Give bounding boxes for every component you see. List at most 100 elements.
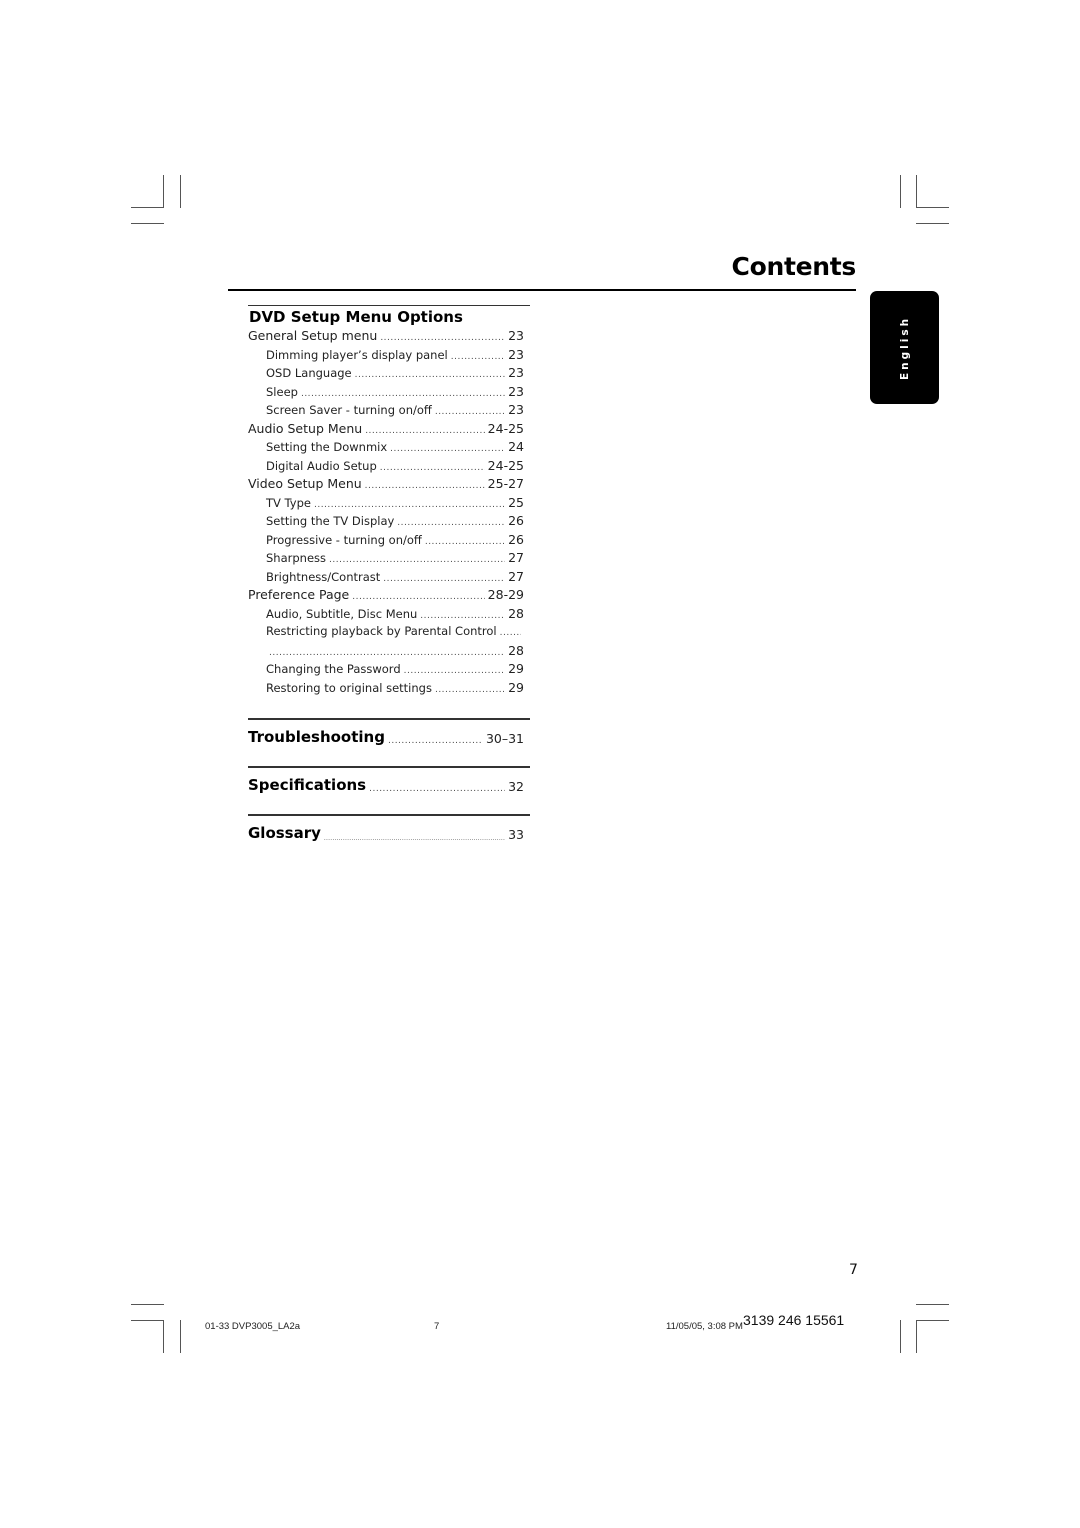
toc-entry[interactable]: Changing the Password 29 bbox=[248, 661, 524, 680]
crop-mark bbox=[916, 1304, 949, 1305]
toc-entry-page: 24 bbox=[508, 439, 524, 454]
toc-entry[interactable]: General Setup menu 23 bbox=[248, 328, 524, 347]
toc-entry-label: Brightness/Contrast bbox=[266, 569, 381, 584]
toc-entry-list: General Setup menu23Dimming player’s dis… bbox=[248, 328, 530, 698]
toc-entry-major[interactable]: Glossary 33 bbox=[248, 816, 524, 842]
print-timestamp: 11/05/05, 3:08 PM bbox=[666, 1321, 743, 1332]
toc-entry-page: 23 bbox=[508, 383, 524, 399]
dot-leader bbox=[451, 352, 505, 362]
crop-mark bbox=[900, 1320, 901, 1353]
toc-entry-label: Sleep bbox=[266, 384, 298, 399]
dot-leader bbox=[355, 370, 505, 380]
toc-entry-label: OSD Language bbox=[266, 366, 352, 380]
toc-entry-page: 28 bbox=[508, 605, 524, 621]
major-section: Troubleshooting 30–31 bbox=[248, 718, 530, 746]
toc-entry[interactable]: Dimming player’s display panel 23 bbox=[248, 347, 524, 366]
major-section-list: Troubleshooting 30–31 Specifications 32 Glos… bbox=[248, 718, 530, 842]
dot-leader bbox=[435, 407, 505, 417]
crop-mark bbox=[163, 1320, 164, 1353]
toc-entry[interactable]: Restoring to original settings 29 bbox=[248, 680, 524, 699]
crop-mark bbox=[180, 175, 181, 208]
dot-leader bbox=[314, 500, 505, 510]
toc-entry[interactable]: OSD Language 23 bbox=[248, 365, 524, 384]
toc-entry[interactable]: Restricting playback by Parental Control bbox=[248, 624, 524, 643]
toc-entry-label: Troubleshooting bbox=[248, 728, 385, 746]
toc-entry-label: Dimming player’s display panel bbox=[266, 347, 448, 362]
dot-leader bbox=[425, 537, 505, 547]
file-name: 01-33 DVP3005_LA2a bbox=[205, 1321, 301, 1332]
toc-entry-label: Restricting playback by Parental Control bbox=[266, 624, 497, 638]
toc-entry-label: Preference Page bbox=[248, 587, 350, 602]
section-rule bbox=[248, 305, 530, 306]
toc-entry[interactable]: Screen Saver - turning on/off 23 bbox=[248, 402, 524, 421]
toc-entry-label: Restoring to original settings bbox=[266, 680, 432, 695]
toc-entry[interactable]: Setting the Downmix 24 bbox=[248, 439, 524, 458]
toc-entry-page: 33 bbox=[508, 827, 524, 842]
crop-mark bbox=[916, 207, 949, 208]
dot-leader bbox=[388, 736, 483, 746]
section-title: DVD Setup Menu Options bbox=[249, 308, 463, 326]
toc-entry-page: 28 bbox=[508, 642, 524, 658]
toc-entry[interactable]: Sharpness 27 bbox=[248, 550, 524, 569]
major-section: Specifications 32 bbox=[248, 766, 530, 794]
toc-entry-label: Digital Audio Setup bbox=[266, 458, 377, 473]
toc-entry-page: 32 bbox=[508, 779, 524, 794]
crop-mark bbox=[916, 1320, 917, 1353]
toc-entry-label: Audio, Subtitle, Disc Menu bbox=[266, 606, 418, 621]
toc-entry-page: 26 bbox=[508, 513, 524, 528]
toc-entry[interactable]: Digital Audio Setup 24-25 bbox=[248, 458, 524, 477]
toc-entry[interactable]: Setting the TV Display 26 bbox=[248, 513, 524, 532]
crop-mark bbox=[131, 223, 164, 224]
toc-entry[interactable]: Sleep 23 bbox=[248, 384, 524, 403]
toc-entry-page: 23 bbox=[508, 365, 524, 380]
toc-entry-label: Audio Setup Menu bbox=[248, 420, 363, 436]
crop-mark bbox=[900, 175, 901, 208]
toc-entry-label: Specifications bbox=[248, 776, 367, 794]
dot-leader bbox=[369, 784, 505, 794]
crop-mark bbox=[131, 1320, 164, 1321]
toc-entry-label: Video Setup Menu bbox=[248, 476, 362, 491]
dot-leader bbox=[269, 648, 505, 658]
toc-entry[interactable]: Video Setup Menu 25-27 bbox=[248, 476, 524, 495]
dot-leader bbox=[352, 592, 484, 602]
dot-leader bbox=[397, 518, 505, 528]
toc-entry-page: 27 bbox=[508, 550, 524, 565]
toc-entry-label: Glossary bbox=[248, 824, 321, 842]
crop-mark bbox=[163, 175, 164, 208]
language-tab-label: English bbox=[898, 315, 911, 380]
toc-entry-page: 25 bbox=[508, 494, 524, 510]
dot-leader bbox=[380, 463, 485, 473]
header-rule bbox=[228, 289, 856, 291]
crop-mark bbox=[131, 1304, 164, 1305]
toc-entry-page: 26 bbox=[508, 531, 524, 547]
page-title: Contents bbox=[731, 252, 857, 281]
language-tab: English bbox=[870, 291, 939, 404]
toc-entry[interactable]: Audio, Subtitle, Disc Menu 28 bbox=[248, 606, 524, 625]
toc-entry-label: Progressive - turning on/off bbox=[266, 532, 422, 547]
crop-mark bbox=[180, 1320, 181, 1353]
toc-entry-label: Screen Saver - turning on/off bbox=[266, 403, 432, 417]
toc-entry[interactable]: Preference Page 28-29 bbox=[248, 587, 524, 606]
toc-entry-page: 29 bbox=[508, 679, 524, 695]
toc-entry-label: Setting the Downmix bbox=[266, 440, 388, 454]
toc-entry-major[interactable]: Troubleshooting 30–31 bbox=[248, 720, 524, 746]
crop-mark bbox=[131, 207, 164, 208]
toc-entry[interactable]: Brightness/Contrast 27 bbox=[248, 569, 524, 588]
toc-entry-page: 25-27 bbox=[487, 476, 524, 491]
toc-entry[interactable]: Audio Setup Menu 24-25 bbox=[248, 421, 524, 440]
part-number: 3139 246 15561 bbox=[743, 1312, 845, 1328]
toc-entry-page: 24-25 bbox=[487, 420, 524, 436]
major-section: Glossary 33 bbox=[248, 814, 530, 842]
toc-entry[interactable]: TV Type 25 bbox=[248, 495, 524, 514]
crop-mark bbox=[916, 175, 917, 208]
dot-leader bbox=[420, 611, 505, 621]
dot-leader bbox=[329, 555, 505, 565]
toc-entry-label: General Setup menu bbox=[248, 328, 378, 343]
toc-entry-major[interactable]: Specifications 32 bbox=[248, 768, 524, 794]
toc-entry-page: 23 bbox=[508, 402, 524, 417]
toc-entry[interactable]: Progressive - turning on/off 26 bbox=[248, 532, 524, 551]
dot-leader bbox=[404, 666, 505, 676]
toc-entry-label: Sharpness bbox=[266, 551, 327, 565]
sheet-number: 7 bbox=[434, 1321, 440, 1332]
toc-entry[interactable]: 28 bbox=[248, 643, 524, 662]
